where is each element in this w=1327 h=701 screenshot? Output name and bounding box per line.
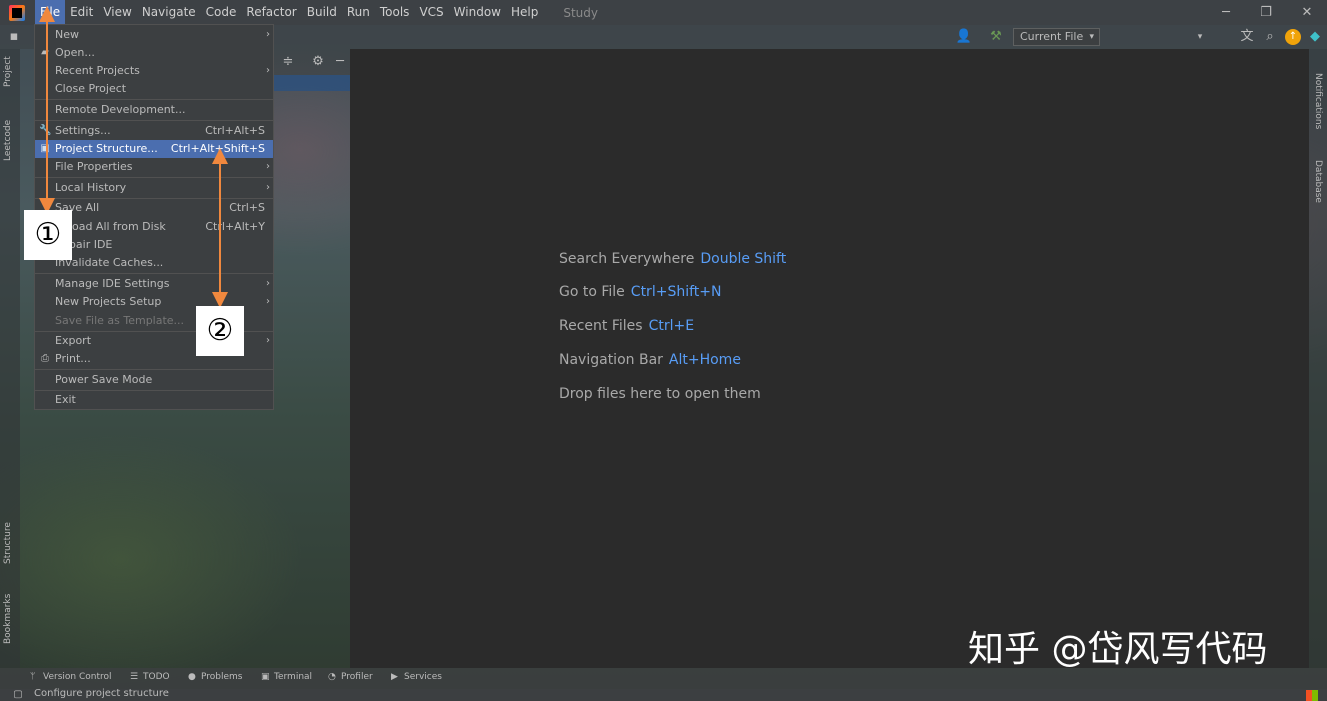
status-toggle-icon[interactable]: ▢	[10, 687, 26, 701]
annotation-badge-1: ①	[24, 210, 72, 260]
status-bar: ▢ Configure project structure	[0, 687, 1327, 701]
tool-services[interactable]: ▶ Services	[391, 672, 442, 682]
tool-profiler[interactable]: ◔ Profiler	[328, 672, 373, 682]
list-icon: ☰	[130, 672, 139, 682]
tool-problems[interactable]: ● Problems	[188, 672, 242, 682]
branch-icon: ᛘ	[30, 672, 36, 682]
tool-todo[interactable]: ☰ TODO	[130, 672, 170, 682]
tool-version-control[interactable]: ᛘ Version Control	[30, 672, 112, 682]
windows-logo-icon	[1306, 690, 1318, 701]
terminal-icon: ▣	[261, 672, 270, 682]
status-text: Configure project structure	[34, 688, 169, 699]
tool-terminal[interactable]: ▣ Terminal	[261, 672, 312, 682]
profiler-icon: ◔	[328, 672, 336, 682]
services-icon: ▶	[391, 672, 398, 682]
annotation-badge-2: ②	[196, 306, 244, 356]
watermark: 知乎 @岱风写代码	[968, 629, 1268, 670]
info-icon: ●	[188, 672, 196, 682]
